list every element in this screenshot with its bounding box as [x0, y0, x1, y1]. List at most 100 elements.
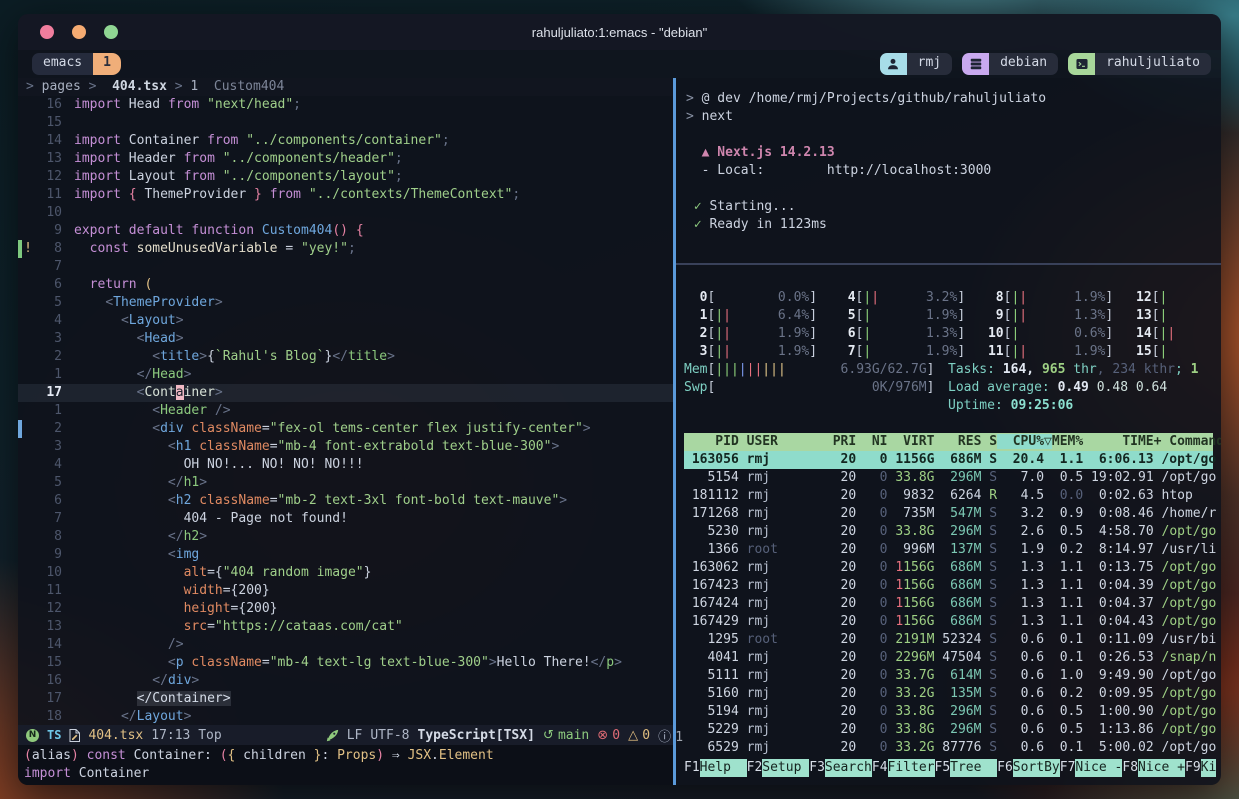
process-row[interactable]: 1295 root 20 0 2191M 52324 S 0.6 0.1 0:1… [684, 631, 1213, 649]
process-table-header[interactable]: PID USER PRI NI VIRT RES S CPU%▽MEM% TIM… [684, 433, 1213, 451]
statusline-filename[interactable]: 404.tsx [88, 728, 143, 743]
code-text: <Header /> [62, 402, 231, 420]
close-button[interactable] [40, 25, 54, 39]
fkey-F2-label[interactable]: Setup [762, 759, 809, 777]
editor-pane[interactable]: > pages > 404.tsx > 1 Custom404 16import… [18, 78, 673, 785]
git-branch[interactable]: ↺ main [543, 728, 589, 743]
line-number: 8 [34, 528, 62, 546]
code-line[interactable]: 14 /> [18, 636, 673, 654]
process-row[interactable]: 167423 rmj 20 0 1156G 686M S 1.3 1.1 0:0… [684, 577, 1213, 595]
fkey-F3[interactable]: F3 [809, 759, 825, 777]
process-row[interactable]: 167424 rmj 20 0 1156G 686M S 1.3 1.1 0:0… [684, 595, 1213, 613]
code-line[interactable]: 16 </div> [18, 672, 673, 690]
code-text: </Container> [62, 690, 231, 708]
code-line[interactable]: 1 </Head> [18, 366, 673, 384]
tmux-tab-emacs[interactable]: emacs 1 [32, 53, 121, 75]
code-line[interactable]: 4 OH NO!... NO! NO! NO!!! [18, 456, 673, 474]
code-text: import Container from "../components/con… [62, 132, 450, 150]
process-row[interactable]: 5229 rmj 20 0 33.8G 296M S 0.6 0.5 1:13.… [684, 721, 1213, 739]
code-line[interactable]: 5 <ThemeProvider> [18, 294, 673, 312]
fkey-F6[interactable]: F6 [997, 759, 1013, 777]
code-line[interactable]: 13 src="https://cataas.com/cat" [18, 618, 673, 636]
fkey-F9[interactable]: F9 [1185, 759, 1201, 777]
cpu-meter-10: 10[| 0.6%] [980, 325, 1113, 343]
process-row[interactable]: 4041 rmj 20 0 2296M 47504 S 0.6 0.1 0:26… [684, 649, 1213, 667]
code-line[interactable]: 13import Header from "../components/head… [18, 150, 673, 168]
code-line[interactable]: 15 <p className="mb-4 text-lg text-blue-… [18, 654, 673, 672]
code-line[interactable]: 17 </Container> [18, 690, 673, 708]
code-line[interactable]: 11import { ThemeProvider } from "../cont… [18, 186, 673, 204]
code-line[interactable]: 14import Container from "../components/c… [18, 132, 673, 150]
process-row[interactable]: 171268 rmj 20 0 735M 547M S 3.2 0.9 0:08… [684, 505, 1213, 523]
process-row[interactable]: 6529 rmj 20 0 33.2G 87776 S 0.6 0.1 5:00… [684, 739, 1213, 757]
terminal-line: ✓ Ready in 1123ms [686, 216, 1211, 234]
maximize-button[interactable] [104, 25, 118, 39]
fkey-F4-label[interactable]: Filter [888, 759, 935, 777]
dev-server-pane[interactable]: > @ dev /home/rmj/Projects/github/rahulj… [676, 78, 1221, 263]
process-row[interactable]: 163062 rmj 20 0 1156G 686M S 1.3 1.1 0:1… [684, 559, 1213, 577]
code-line[interactable]: 6 <h2 className="mb-2 text-3xl font-bold… [18, 492, 673, 510]
htop-pane[interactable]: 0[ 0.0%] 4[|| 3.2%] 8[|| 1.9%] 12[| 1.3%… [676, 265, 1221, 785]
fkey-F7-label[interactable]: Nice - [1075, 759, 1122, 777]
line-number: 14 [34, 636, 62, 654]
code-line[interactable]: 2 <div className="fex-ol tems-center fle… [18, 420, 673, 438]
process-row[interactable]: 5160 rmj 20 0 33.2G 135M S 0.6 0.2 0:09.… [684, 685, 1213, 703]
process-row[interactable]: 163056 rmj 20 0 1156G 686M S 20.4 1.1 6:… [684, 451, 1213, 469]
process-row[interactable]: 5154 rmj 20 0 33.8G 296M S 7.0 0.5 19:02… [684, 469, 1213, 487]
fkey-F5-label[interactable]: Tree [950, 759, 997, 777]
process-row[interactable]: 1366 root 20 0 996M 137M S 1.9 0.2 8:14.… [684, 541, 1213, 559]
fkey-F6-label[interactable]: SortBy [1013, 759, 1060, 777]
fkey-F9-label[interactable]: Ki [1201, 759, 1217, 777]
code-text: import Head from "next/head"; [62, 96, 301, 114]
code-line[interactable]: 6 return ( [18, 276, 673, 294]
minimize-button[interactable] [72, 25, 86, 39]
error-count[interactable]: ⊗ 0 [597, 728, 620, 743]
fkey-F7[interactable]: F7 [1060, 759, 1076, 777]
code-line[interactable]: 3 <Head> [18, 330, 673, 348]
process-row[interactable]: 5230 rmj 20 0 33.8G 296M S 2.6 0.5 4:58.… [684, 523, 1213, 541]
code-text: </h2> [62, 528, 207, 546]
code-line[interactable]: 1 <Header /> [18, 402, 673, 420]
code-text: </div> [62, 672, 199, 690]
code-line[interactable]: 8 </h2> [18, 528, 673, 546]
titlebar[interactable]: rahuljuliato:1:emacs - "debian" [18, 14, 1221, 50]
fkey-F8-label[interactable]: Nice + [1138, 759, 1185, 777]
fkey-F2[interactable]: F2 [747, 759, 763, 777]
fkey-F5[interactable]: F5 [935, 759, 951, 777]
code-line[interactable]: 9export default function Custom404() { [18, 222, 673, 240]
code-line[interactable]: 12 height={200} [18, 600, 673, 618]
code-line[interactable]: 17 <Container> [18, 384, 673, 402]
process-row[interactable]: 5111 rmj 20 0 33.7G 614M S 0.6 1.0 9:49.… [684, 667, 1213, 685]
fkey-F4[interactable]: F4 [872, 759, 888, 777]
fkey-F1[interactable]: F1 [684, 759, 700, 777]
process-row[interactable]: 5194 rmj 20 0 33.8G 296M S 0.6 0.5 1:00.… [684, 703, 1213, 721]
fkey-F8[interactable]: F8 [1122, 759, 1138, 777]
code-line[interactable]: 16import Head from "next/head"; [18, 96, 673, 114]
code-line[interactable]: 18 </Layout> [18, 708, 673, 725]
code-line[interactable]: 12import Layout from "../components/layo… [18, 168, 673, 186]
code-line[interactable]: 7 404 - Page not found! [18, 510, 673, 528]
fkey-F3-label[interactable]: Search [825, 759, 872, 777]
code-area[interactable]: 16import Head from "next/head"; 15 14imp… [18, 96, 673, 725]
code-line[interactable]: 9 <img [18, 546, 673, 564]
process-row[interactable]: 167429 rmj 20 0 1156G 686M S 1.3 1.1 0:0… [684, 613, 1213, 631]
warning-count[interactable]: △ 0 [628, 728, 650, 743]
code-line[interactable]: 5 </h1> [18, 474, 673, 492]
sort-column-header[interactable]: CPU%▽ [997, 434, 1052, 449]
code-line[interactable]: 4 <Layout> [18, 312, 673, 330]
code-line[interactable]: 2 <title>{`Rahul's Blog`}</title> [18, 348, 673, 366]
code-line[interactable]: 3 <h1 className="mb-4 font-extrabold tex… [18, 438, 673, 456]
code-line[interactable]: !8 const someUnusedVariable = "yey!"; [18, 240, 673, 258]
error-icon: ⊗ [597, 728, 612, 743]
process-row[interactable]: 181112 rmj 20 0 9832 6264 R 4.5 0.0 0:02… [684, 487, 1213, 505]
code-line[interactable]: 15 [18, 114, 673, 132]
code-line[interactable]: 11 width={200} [18, 582, 673, 600]
code-line[interactable]: 10 [18, 204, 673, 222]
warning-icon: △ [628, 728, 642, 743]
code-line[interactable]: 10 alt={"404 random image"} [18, 564, 673, 582]
code-text [62, 258, 82, 276]
cursor-position: 17:13 Top [151, 728, 221, 743]
line-number: 9 [34, 546, 62, 564]
code-line[interactable]: 7 [18, 258, 673, 276]
fkey-F1-label[interactable]: Help [700, 759, 747, 777]
